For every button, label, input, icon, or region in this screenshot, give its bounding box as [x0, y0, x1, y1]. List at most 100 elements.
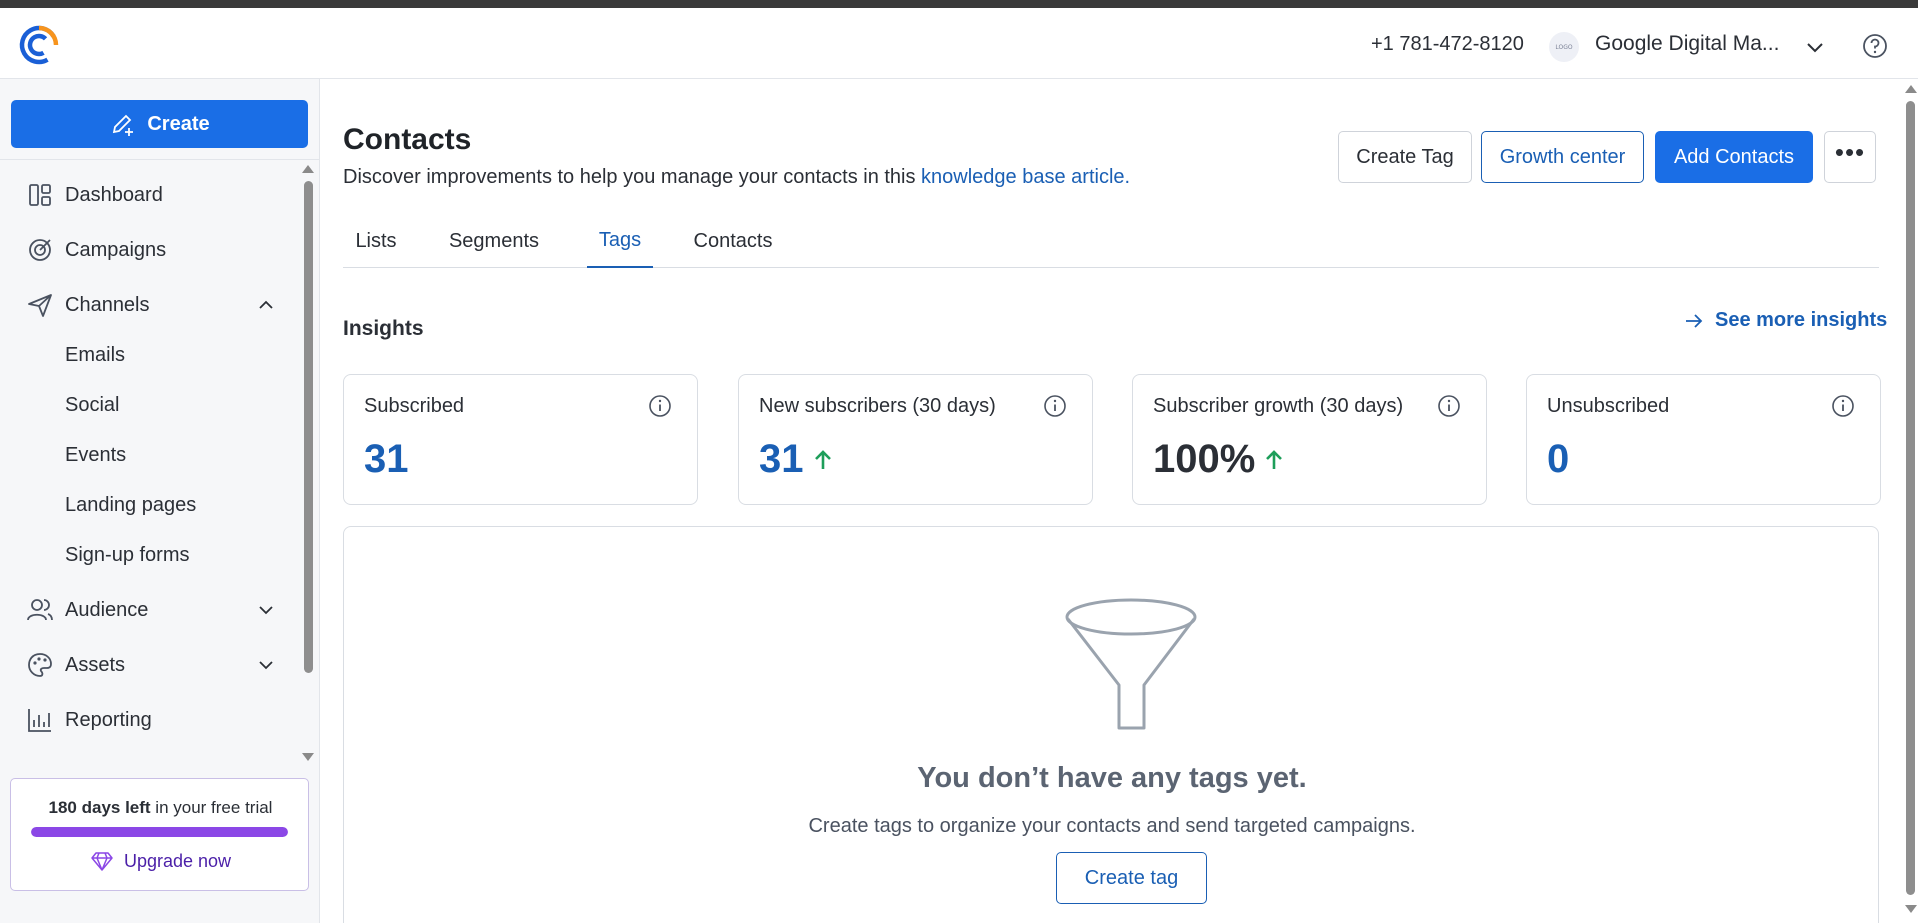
card-value: 31 — [759, 437, 836, 482]
info-icon[interactable] — [1043, 394, 1067, 418]
people-icon — [27, 599, 53, 621]
sidebar-item-landing-pages[interactable]: Landing pages — [0, 485, 300, 525]
card-title: New subscribers (30 days) — [759, 395, 996, 417]
trial-progress-bar — [31, 827, 288, 837]
sidebar-item-dashboard[interactable]: Dashboard — [0, 175, 300, 215]
sidebar-item-channels[interactable]: Channels — [0, 285, 300, 325]
card-title: Unsubscribed — [1547, 395, 1670, 417]
sidebar-item-label: Reporting — [65, 708, 152, 731]
see-more-insights-link[interactable]: See more insights — [1683, 309, 1887, 332]
sidebar-item-sign-up-forms[interactable]: Sign-up forms — [0, 535, 300, 575]
pencil-plus-icon — [113, 114, 134, 136]
create-button-label: Create — [147, 112, 210, 135]
sidebar-item-reporting[interactable]: Reporting — [0, 700, 300, 740]
card-value-text: 31 — [364, 437, 409, 481]
sidebar-item-label: Campaigns — [65, 238, 167, 261]
add-contacts-button[interactable]: Add Contacts — [1655, 131, 1813, 183]
insight-card-subscriber-growth: Subscriber growth (30 days) 100% — [1132, 374, 1487, 505]
card-value: 0 — [1547, 437, 1569, 482]
page-title: Contacts — [343, 123, 472, 156]
funnel-icon — [1065, 598, 1197, 730]
arrow-right-icon — [1686, 313, 1703, 328]
sidebar-item-events[interactable]: Events — [0, 435, 300, 475]
dashboard-icon — [29, 184, 51, 206]
sidebar-item-audience[interactable]: Audience — [0, 590, 300, 630]
knowledge-base-link[interactable]: knowledge base article. — [921, 166, 1130, 188]
sidebar-item-label: Audience — [65, 598, 149, 621]
tab-segments[interactable]: Segments — [433, 214, 555, 268]
main-scroll-down[interactable] — [1905, 905, 1917, 913]
sidebar-divider — [0, 159, 320, 160]
sidebar-item-campaigns[interactable]: Campaigns — [0, 230, 300, 270]
palette-icon — [28, 653, 52, 677]
main-scroll-up[interactable] — [1905, 85, 1917, 93]
sidebar-item-label: Dashboard — [65, 183, 163, 206]
sidebar-item-label: Social — [65, 393, 120, 416]
create-tag-button[interactable]: Create Tag — [1338, 131, 1472, 183]
card-value-text: 0 — [1547, 437, 1570, 481]
sidebar-item-label: Events — [65, 443, 127, 466]
sidebar-item-label: Landing pages — [65, 493, 197, 516]
account-logo[interactable]: LOGO — [1549, 32, 1579, 62]
tab-lists[interactable]: Lists — [343, 214, 409, 268]
empty-state-title: You don’t have any tags yet. — [917, 762, 1307, 794]
campaigns-icon — [29, 239, 51, 261]
arrow-up-icon — [814, 449, 831, 469]
main-content: Contacts Discover improvements to help y… — [320, 79, 1918, 923]
constant-contact-logo[interactable] — [18, 24, 60, 66]
more-options-icon: ••• — [1834, 137, 1866, 167]
paper-plane-icon — [28, 294, 52, 317]
trial-progress-fill — [31, 827, 288, 837]
page-subtitle: Discover improvements to help you manage… — [343, 166, 1130, 189]
insights-heading: Insights — [343, 317, 424, 340]
sidebar: Create Dashboard Campaigns Channels Emai… — [0, 79, 320, 923]
trial-panel: 180 days left in your free trial Upgrade… — [10, 778, 309, 891]
window-top-strip — [0, 0, 1918, 8]
create-tag-empty-button[interactable]: Create tag — [1056, 852, 1207, 904]
upgrade-now-link[interactable]: Upgrade now — [11, 849, 310, 873]
arrow-up-icon — [1266, 449, 1283, 469]
app-header: +1 781-472-8120 LOGO Google Digital Ma..… — [0, 8, 1918, 79]
phone-number: +1 781-472-8120 — [1371, 33, 1524, 55]
account-name[interactable]: Google Digital Ma... — [1595, 32, 1779, 56]
sidebar-scrollbar[interactable] — [304, 181, 313, 673]
trial-text-rest: in your free trial — [150, 798, 273, 817]
insight-card-unsubscribed: Unsubscribed 0 — [1526, 374, 1881, 505]
upgrade-now-label: Upgrade now — [123, 850, 232, 871]
main-scrollbar[interactable] — [1906, 101, 1915, 895]
tab-contacts[interactable]: Contacts — [678, 214, 788, 268]
tags-empty-state: You don’t have any tags yet. Create tags… — [343, 526, 1879, 923]
insight-card-subscribed: Subscribed 31 — [343, 374, 698, 505]
insight-card-new-subscribers: New subscribers (30 days) 31 — [738, 374, 1093, 505]
chevron-up-icon[interactable] — [256, 295, 276, 315]
create-button[interactable]: Create — [11, 100, 308, 148]
empty-state-subtitle: Create tags to organize your contacts an… — [808, 815, 1416, 837]
sidebar-scroll-down[interactable] — [302, 753, 314, 761]
contacts-tabs: Lists Segments Tags Contacts — [343, 214, 1879, 268]
question-circle-icon[interactable] — [1861, 32, 1889, 60]
sidebar-item-assets[interactable]: Assets — [0, 645, 300, 685]
trial-days-left: 180 days left — [48, 798, 151, 817]
info-icon[interactable] — [1831, 394, 1855, 418]
info-icon[interactable] — [1437, 394, 1461, 418]
chevron-down-icon[interactable] — [1804, 36, 1826, 58]
chart-icon — [28, 709, 51, 732]
info-icon[interactable] — [648, 394, 672, 418]
sidebar-item-label: Emails — [65, 343, 126, 366]
card-value-text: 31 — [759, 437, 804, 481]
chevron-down-icon[interactable] — [256, 600, 276, 620]
card-value: 31 — [364, 437, 409, 482]
sidebar-item-emails[interactable]: Emails — [0, 335, 300, 375]
sidebar-item-label: Assets — [65, 653, 126, 676]
growth-center-button[interactable]: Growth center — [1481, 131, 1644, 183]
more-options-button[interactable]: ••• — [1824, 131, 1876, 183]
sidebar-scroll-up[interactable] — [302, 165, 314, 173]
page-subtitle-text: Discover improvements to help you manage… — [343, 166, 922, 188]
tab-tags[interactable]: Tags — [587, 214, 653, 268]
card-value: 100% — [1153, 437, 1287, 482]
see-more-insights-label: See more insights — [1715, 309, 1888, 331]
chevron-down-icon[interactable] — [256, 655, 276, 675]
sidebar-item-social[interactable]: Social — [0, 385, 300, 425]
card-title: Subscriber growth (30 days) — [1153, 395, 1404, 417]
card-title: Subscribed — [364, 395, 465, 417]
